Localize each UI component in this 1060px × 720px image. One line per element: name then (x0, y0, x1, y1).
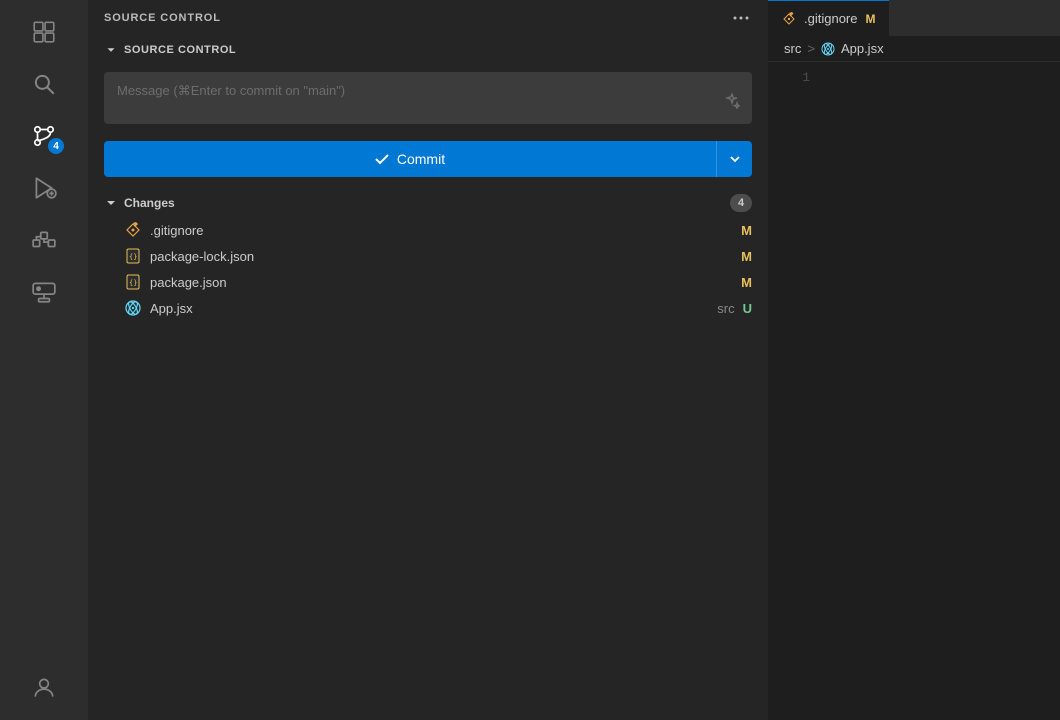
commit-message-input[interactable] (104, 72, 752, 124)
svg-text:{}: {} (129, 279, 137, 287)
file-status: M (741, 249, 752, 264)
activity-item-explorer[interactable] (20, 8, 68, 56)
json-icon: {} (124, 247, 142, 265)
source-control-badge: 4 (48, 138, 64, 154)
editor-tabs: .gitignore M (768, 0, 1060, 36)
file-name: package.json (150, 275, 733, 290)
activity-item-run[interactable] (20, 164, 68, 212)
editor-tab-name: .gitignore (804, 11, 857, 26)
panel-actions (730, 7, 752, 29)
commit-message-wrapper (104, 72, 752, 129)
json-file-icon: {} (125, 248, 141, 264)
panel-title: SOURCE CONTROL (104, 12, 221, 24)
breadcrumb: src > App.jsx (768, 36, 1060, 62)
sc-section-title: SOURCE CONTROL (124, 44, 236, 56)
sc-section-header[interactable]: SOURCE CONTROL (88, 36, 768, 64)
ai-commit-button[interactable] (720, 89, 744, 113)
breadcrumb-jsx-icon (821, 42, 835, 56)
changes-title: Changes (124, 196, 175, 210)
gitignore-tab-icon (782, 12, 796, 26)
more-actions-button[interactable] (730, 7, 752, 29)
source-control-panel: SOURCE CONTROL SOURCE CONTROL (88, 0, 768, 720)
file-path: src (717, 301, 734, 316)
activity-item-source-control[interactable]: 4 (20, 112, 68, 160)
line-number: 1 (776, 70, 810, 85)
activity-item-extensions[interactable] (20, 216, 68, 264)
file-item-app-jsx[interactable]: App.jsx src U (88, 295, 768, 321)
changes-header-left: Changes (104, 196, 175, 210)
changes-count-badge: 4 (730, 194, 752, 212)
gitignore-icon (124, 221, 142, 239)
line-numbers: 1 (768, 70, 818, 712)
file-status: M (741, 223, 752, 238)
file-name: App.jsx (150, 301, 705, 316)
checkmark-icon (375, 152, 389, 166)
commit-button[interactable]: Commit (104, 141, 716, 177)
code-area[interactable] (818, 70, 1060, 712)
jsx-icon (124, 299, 142, 317)
git-icon (125, 222, 141, 238)
chevron-down-icon (104, 196, 118, 210)
activity-item-accounts[interactable] (20, 664, 68, 712)
file-status: U (743, 301, 752, 316)
editor-tab-status: M (865, 12, 875, 26)
editor-content: 1 (768, 62, 1060, 720)
json-icon: {} (124, 273, 142, 291)
editor-area: .gitignore M src > App.jsx 1 (768, 0, 1060, 720)
changes-section: Changes 4 .gitignore M {} (88, 189, 768, 720)
file-item-package[interactable]: {} package.json M (88, 269, 768, 295)
json-file-icon: {} (125, 274, 141, 290)
commit-dropdown-button[interactable] (716, 141, 752, 177)
commit-label: Commit (397, 151, 445, 167)
activity-item-search[interactable] (20, 60, 68, 108)
breadcrumb-separator: > (807, 41, 815, 56)
file-item-gitignore[interactable]: .gitignore M (88, 217, 768, 243)
editor-tab-gitignore[interactable]: .gitignore M (768, 0, 889, 36)
panel-header: SOURCE CONTROL (88, 0, 768, 36)
activity-item-remote[interactable] (20, 268, 68, 316)
file-name: .gitignore (150, 223, 733, 238)
breadcrumb-src[interactable]: src (784, 41, 801, 56)
jsx-file-icon (125, 300, 141, 316)
chevron-down-icon (729, 153, 741, 165)
file-status: M (741, 275, 752, 290)
svg-text:{}: {} (129, 253, 137, 261)
breadcrumb-file[interactable]: App.jsx (841, 41, 884, 56)
chevron-down-icon (104, 43, 118, 57)
commit-button-wrapper: Commit (104, 141, 752, 177)
changes-header[interactable]: Changes 4 (88, 189, 768, 217)
activity-bar: 4 (0, 0, 88, 720)
file-name: package-lock.json (150, 249, 733, 264)
file-item-package-lock[interactable]: {} package-lock.json M (88, 243, 768, 269)
